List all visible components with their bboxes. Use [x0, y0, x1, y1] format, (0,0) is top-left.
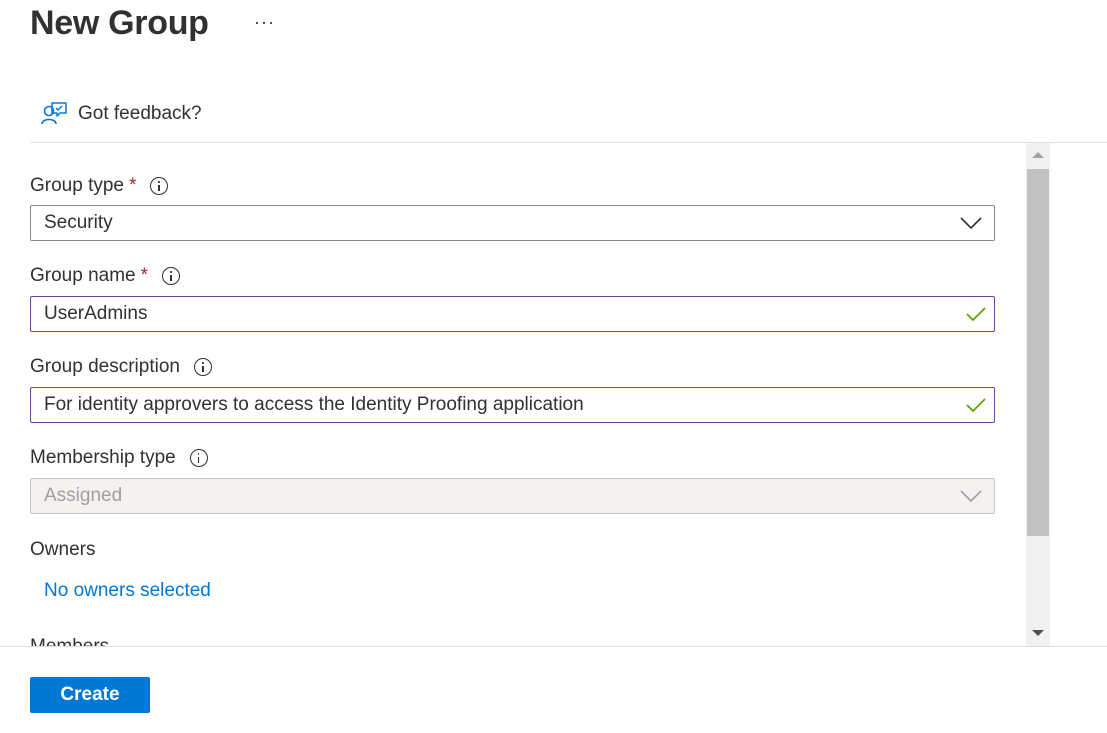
vertical-scrollbar[interactable]: [1026, 143, 1050, 646]
scroll-down-arrow-icon[interactable]: [1032, 630, 1044, 636]
info-icon[interactable]: [193, 358, 212, 376]
more-options-button[interactable]: ···: [254, 12, 275, 33]
feedback-label: Got feedback?: [78, 103, 202, 124]
info-icon[interactable]: [189, 449, 208, 467]
new-group-page: New Group ··· Got feedback? Group type *…: [0, 0, 1107, 733]
scroll-up-arrow-icon[interactable]: [1032, 152, 1044, 158]
group-type-value: Security: [44, 212, 113, 233]
group-name-value: UserAdmins: [44, 303, 148, 324]
group-description-value: For identity approvers to access the Ide…: [44, 394, 584, 415]
scrollbar-thumb[interactable]: [1027, 169, 1049, 536]
owners-label: Owners: [30, 539, 96, 560]
membership-type-value: Assigned: [44, 485, 123, 506]
membership-type-label-row: Membership type: [30, 447, 208, 469]
page-title: New Group: [30, 4, 209, 42]
group-type-label-row: Group type *: [30, 175, 169, 197]
group-description-input[interactable]: For identity approvers to access the Ide…: [30, 387, 995, 423]
group-type-dropdown[interactable]: Security: [30, 205, 995, 241]
membership-type-dropdown: Assigned: [30, 478, 995, 514]
group-type-label: Group type: [30, 175, 124, 196]
got-feedback-button[interactable]: Got feedback?: [40, 100, 202, 128]
no-owners-selected-link[interactable]: No owners selected: [44, 580, 211, 602]
membership-type-label: Membership type: [30, 447, 176, 468]
footer-divider: [0, 646, 1107, 647]
checkmark-icon: [966, 398, 986, 413]
group-description-label-row: Group description: [30, 356, 212, 378]
group-name-label: Group name: [30, 265, 136, 286]
required-mark: *: [129, 175, 137, 196]
create-button[interactable]: Create: [30, 677, 150, 713]
feedback-person-icon: [41, 102, 67, 125]
required-mark: *: [140, 265, 149, 286]
chevron-down-icon: [960, 217, 982, 230]
form-scroll-area: Group type * Security Group name * UserA…: [0, 143, 1107, 646]
group-name-label-row: Group name *: [30, 265, 181, 287]
checkmark-icon: [966, 307, 986, 322]
members-label: Members: [30, 636, 109, 646]
chevron-down-icon: [960, 490, 982, 503]
group-name-input[interactable]: UserAdmins: [30, 296, 995, 332]
info-icon[interactable]: [150, 177, 169, 195]
info-icon[interactable]: [162, 267, 181, 285]
group-description-label: Group description: [30, 356, 180, 377]
